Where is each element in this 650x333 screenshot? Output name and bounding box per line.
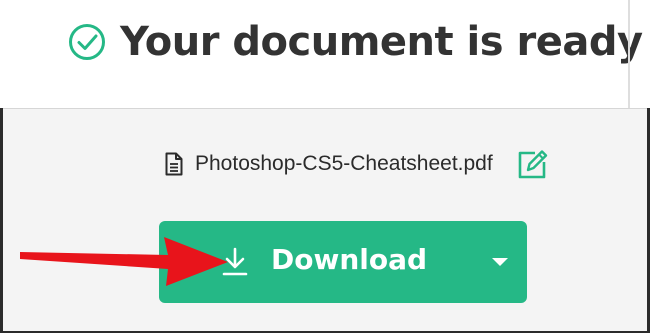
file-info: Photoshop-CS5-Cheatsheet.pdf [165,148,493,180]
document-icon [165,152,183,176]
file-name: Photoshop-CS5-Cheatsheet.pdf [195,152,493,175]
check-circle-icon [69,24,105,60]
rename-button[interactable] [515,148,549,182]
download-label: Download [271,243,428,276]
caret-down-icon[interactable] [492,258,508,266]
page-title: Your document is ready [120,19,643,65]
header-divider [628,0,630,108]
title-row: Your document is ready [68,12,643,72]
header: Your document is ready [0,0,650,108]
edit-icon [518,150,548,179]
red-arrow-icon [20,237,228,286]
